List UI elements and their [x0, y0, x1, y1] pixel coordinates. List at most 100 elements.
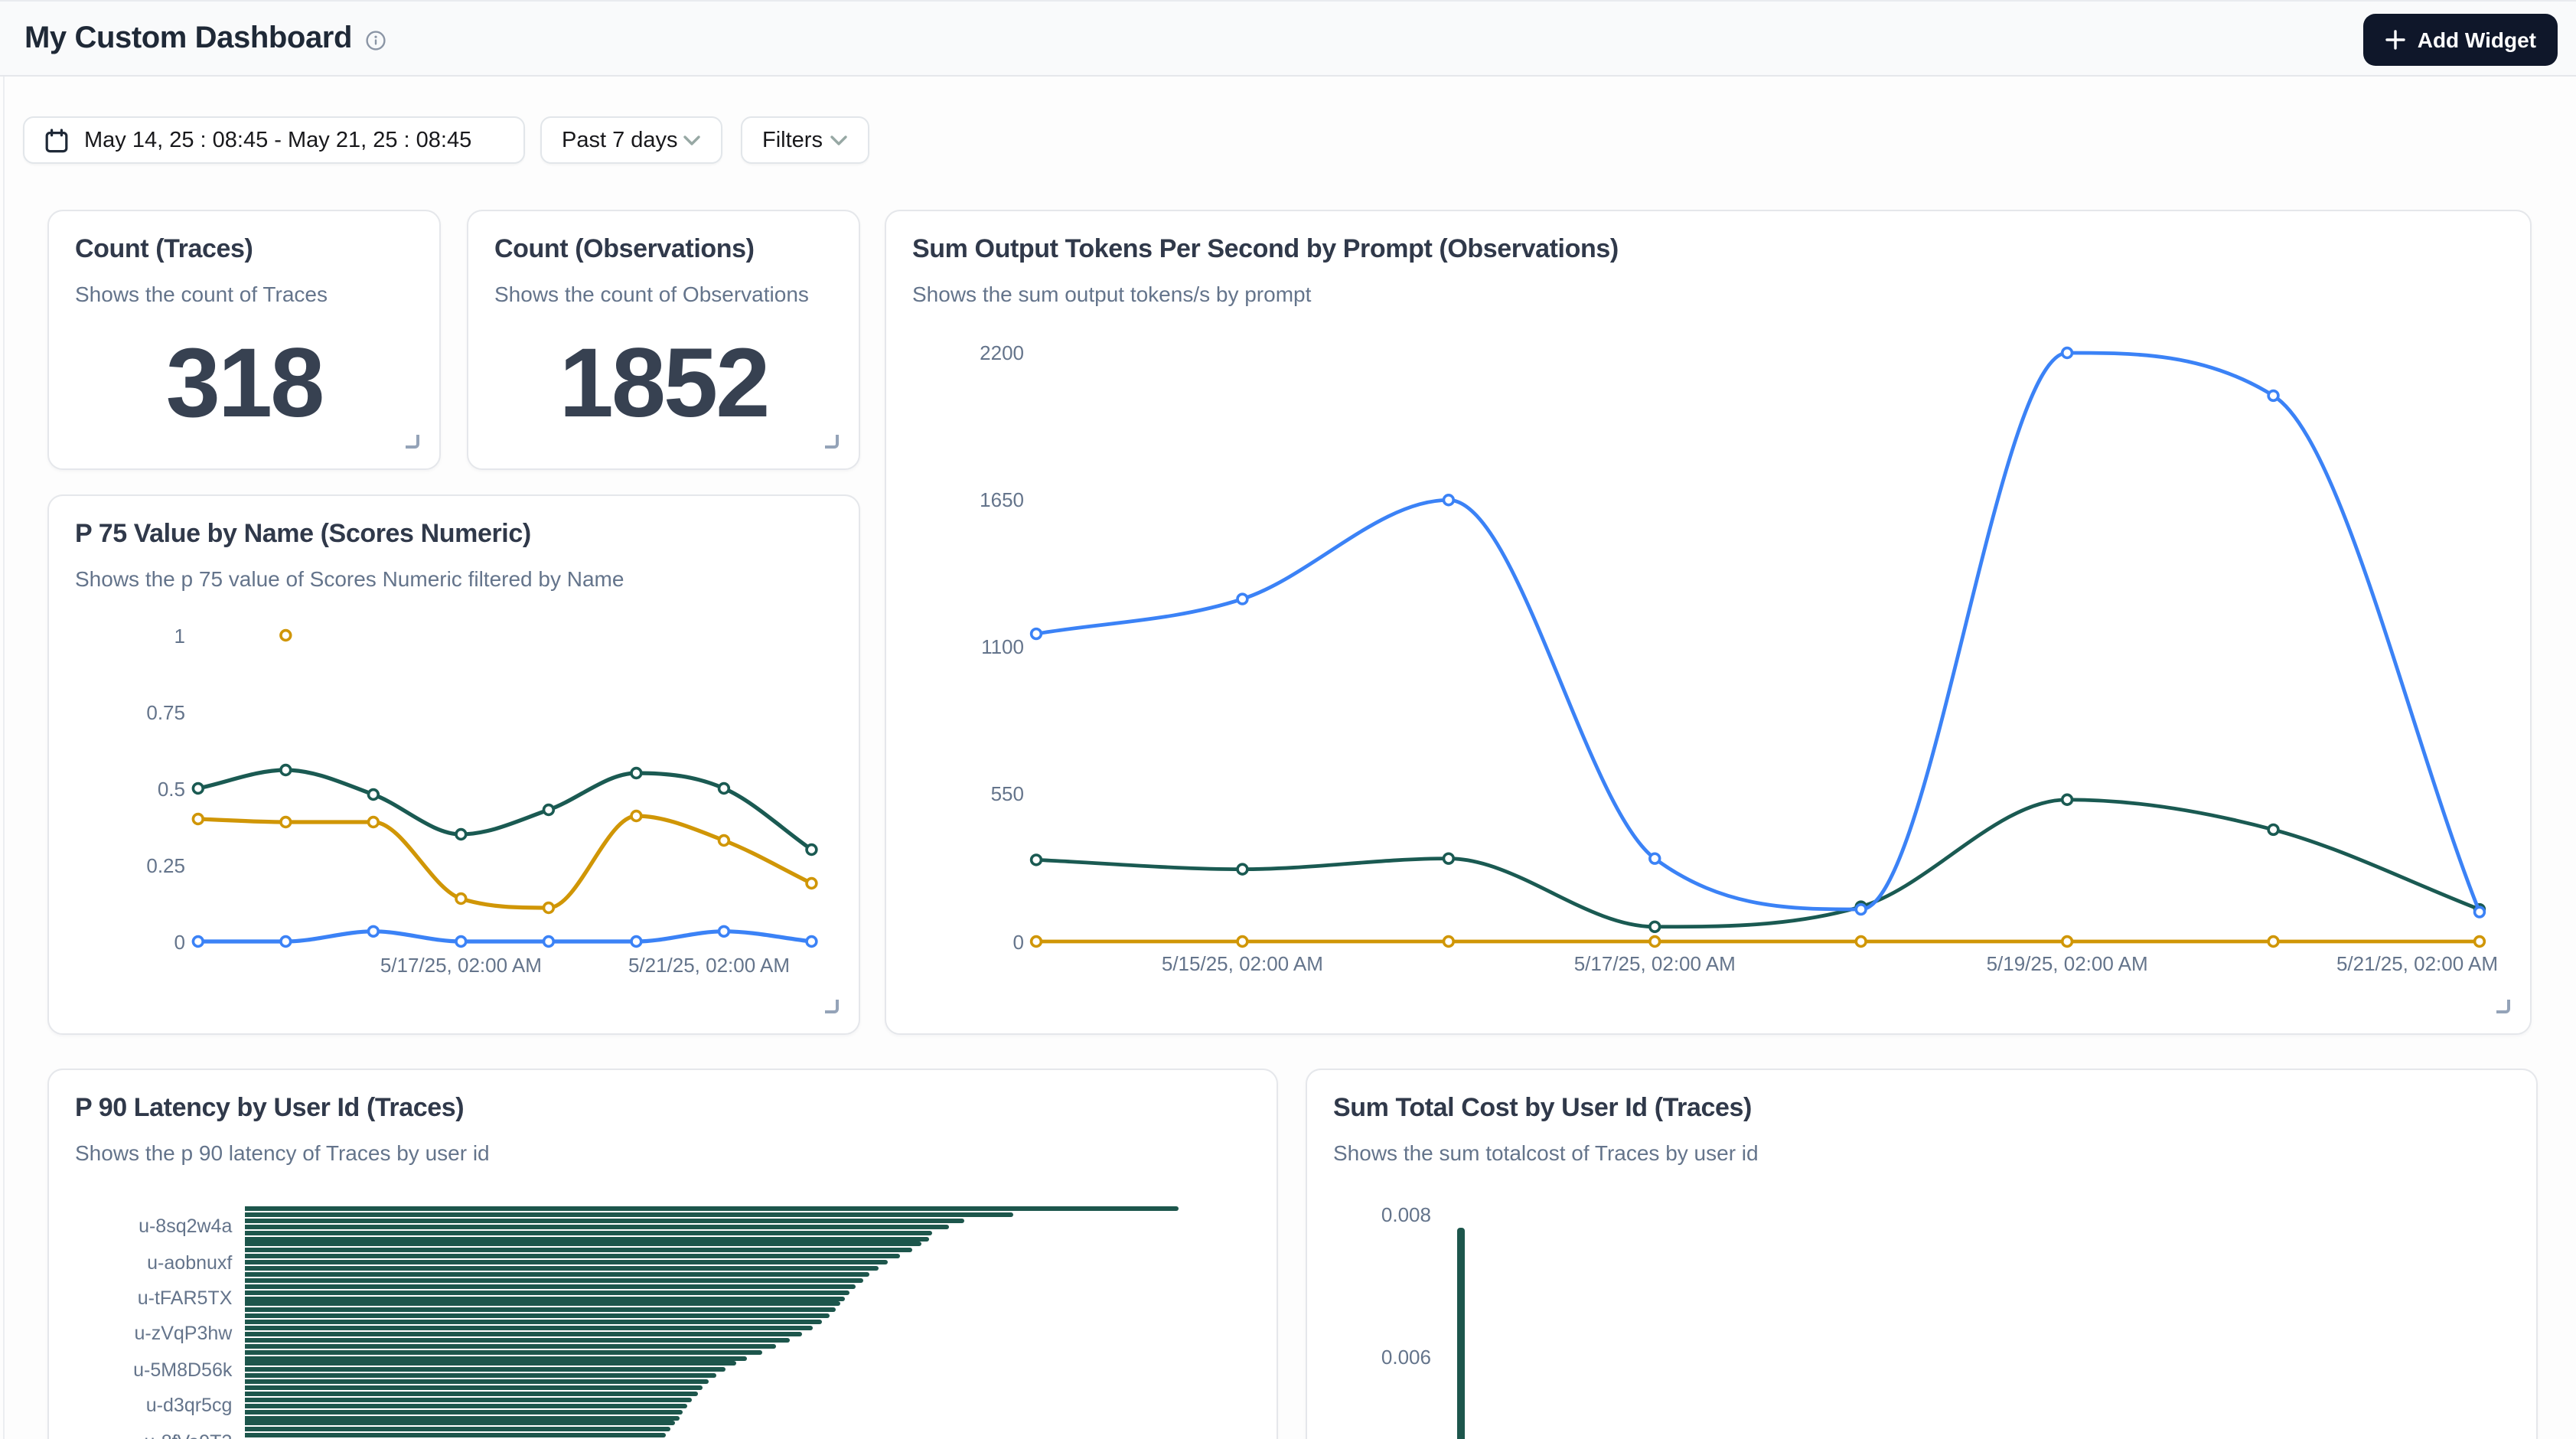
y-axis-category-label: u-aobnuxf — [64, 1250, 232, 1274]
bar — [244, 1320, 821, 1324]
bar — [244, 1349, 761, 1354]
kpi-value: 318 — [49, 334, 439, 432]
bar — [244, 1212, 1012, 1217]
bar-chart-plot-area: 0.0080.006 — [1307, 1070, 2536, 1439]
bar — [244, 1398, 693, 1402]
bar — [244, 1248, 911, 1253]
bar — [244, 1433, 665, 1437]
y-axis-category-label: u-tFAR5TX — [64, 1286, 232, 1310]
data-point-marker — [1237, 594, 1247, 604]
bar — [244, 1296, 844, 1300]
bar — [244, 1272, 869, 1277]
bar — [244, 1356, 748, 1360]
data-point-marker — [719, 784, 729, 794]
bar — [244, 1302, 840, 1307]
bar — [244, 1290, 849, 1294]
data-point-marker — [1650, 937, 1660, 947]
data-point-marker — [631, 937, 641, 947]
bar-chart-plot-area: u-8sq2w4au-aobnuxfu-tFAR5TXu-zVqP3hwu-5M… — [49, 1070, 1277, 1439]
data-point-marker — [807, 879, 817, 889]
data-point-marker — [368, 790, 378, 800]
y-axis-category-label: u-8fVa9T3 — [64, 1429, 232, 1439]
bar — [1457, 1229, 1464, 1439]
y-axis-tick-label: 550 — [917, 783, 1024, 806]
filters-button[interactable]: Filters — [741, 116, 869, 164]
bar — [244, 1385, 702, 1390]
data-point-marker — [543, 903, 553, 913]
widget-count-observations: Count (Observations) Shows the count of … — [467, 210, 860, 470]
data-point-marker — [281, 937, 291, 947]
bar — [244, 1373, 716, 1378]
data-point-marker — [719, 836, 729, 846]
chevron-down-icon — [830, 134, 848, 146]
data-point-marker — [2062, 795, 2072, 804]
resize-handle-icon[interactable] — [406, 435, 419, 449]
data-point-marker — [456, 937, 466, 947]
data-point-marker — [807, 845, 817, 855]
y-axis-tick-label: 0.25 — [78, 853, 185, 876]
data-point-marker — [1443, 937, 1453, 947]
data-point-marker — [1650, 853, 1660, 863]
scatter-point-marker — [281, 631, 291, 641]
resize-handle-icon[interactable] — [825, 1000, 839, 1013]
date-preset-value: Past 7 days — [562, 128, 678, 152]
y-axis-tick-label: 0.75 — [78, 700, 185, 723]
bar — [244, 1338, 789, 1343]
y-axis-tick-label: 0 — [78, 930, 185, 953]
widget-p75-scores-chart: P 75 Value by Name (Scores Numeric) Show… — [47, 494, 860, 1035]
tokens-chart-svg — [886, 211, 2533, 1036]
bar — [244, 1421, 674, 1426]
date-range-picker[interactable]: May 14, 25 : 08:45 - May 21, 25 : 08:45 — [23, 116, 525, 164]
data-point-marker — [193, 937, 203, 947]
line-chart-plot-area: 10.750.50.2505/17/25, 02:00 AM5/21/25, 0… — [49, 496, 859, 1033]
y-axis-category-label: u-5M8D56k — [64, 1358, 232, 1382]
data-point-marker — [1237, 864, 1247, 874]
line-chart-plot-area: 22001650110055005/15/25, 02:00 AM5/17/25… — [886, 211, 2530, 1033]
bar — [244, 1313, 829, 1318]
data-point-marker — [2475, 907, 2485, 917]
x-axis-tick-label: 5/21/25, 02:00 AM — [2161, 952, 2498, 975]
bar — [244, 1260, 888, 1264]
bar — [244, 1266, 878, 1271]
data-point-marker — [1443, 495, 1453, 505]
resize-handle-icon[interactable] — [2496, 1000, 2510, 1013]
add-widget-label: Add Widget — [2418, 28, 2536, 52]
bar — [244, 1230, 931, 1235]
add-widget-button[interactable]: Add Widget — [2364, 14, 2558, 66]
data-point-marker — [543, 937, 553, 947]
bar — [244, 1409, 683, 1414]
data-point-marker — [719, 926, 729, 936]
data-point-marker — [1856, 905, 1866, 915]
data-point-marker — [2268, 824, 2278, 834]
y-axis-tick-label: 0.006 — [1324, 1346, 1431, 1369]
data-point-marker — [368, 817, 378, 827]
plus-icon — [2385, 29, 2407, 51]
bar — [244, 1254, 899, 1258]
bar — [244, 1343, 775, 1348]
date-range-value: May 14, 25 : 08:45 - May 21, 25 : 08:45 — [84, 128, 471, 152]
widget-tokens-per-second-chart: Sum Output Tokens Per Second by Prompt (… — [885, 210, 2532, 1035]
line-series-prompt-teal — [1036, 800, 2480, 927]
data-point-marker — [1650, 922, 1660, 932]
content-left-border — [3, 77, 5, 1439]
resize-handle-icon[interactable] — [825, 435, 839, 449]
y-axis-category-label: u-zVqP3hw — [64, 1322, 232, 1346]
page-title: My Custom Dashboard — [24, 21, 352, 56]
data-point-marker — [1032, 629, 1042, 639]
data-point-marker — [543, 805, 553, 815]
y-axis-category-label: u-d3qr5cg — [64, 1393, 232, 1418]
kpi-value: 1852 — [468, 334, 859, 432]
widget-subtitle: Shows the count of Observations — [494, 282, 833, 308]
data-point-marker — [281, 817, 291, 827]
date-preset-select[interactable]: Past 7 days — [540, 116, 722, 164]
bar — [244, 1206, 1178, 1211]
bar — [244, 1326, 812, 1330]
data-point-marker — [2475, 937, 2485, 947]
data-point-marker — [2062, 937, 2072, 947]
bar — [244, 1236, 929, 1241]
dashboard-page: My Custom Dashboard Add Widget — [0, 0, 2576, 1439]
page-header: My Custom Dashboard Add Widget — [0, 2, 2576, 77]
x-axis-tick-label: 5/15/25, 02:00 AM — [1074, 952, 1410, 975]
bar — [244, 1428, 670, 1432]
info-icon[interactable] — [366, 30, 386, 50]
